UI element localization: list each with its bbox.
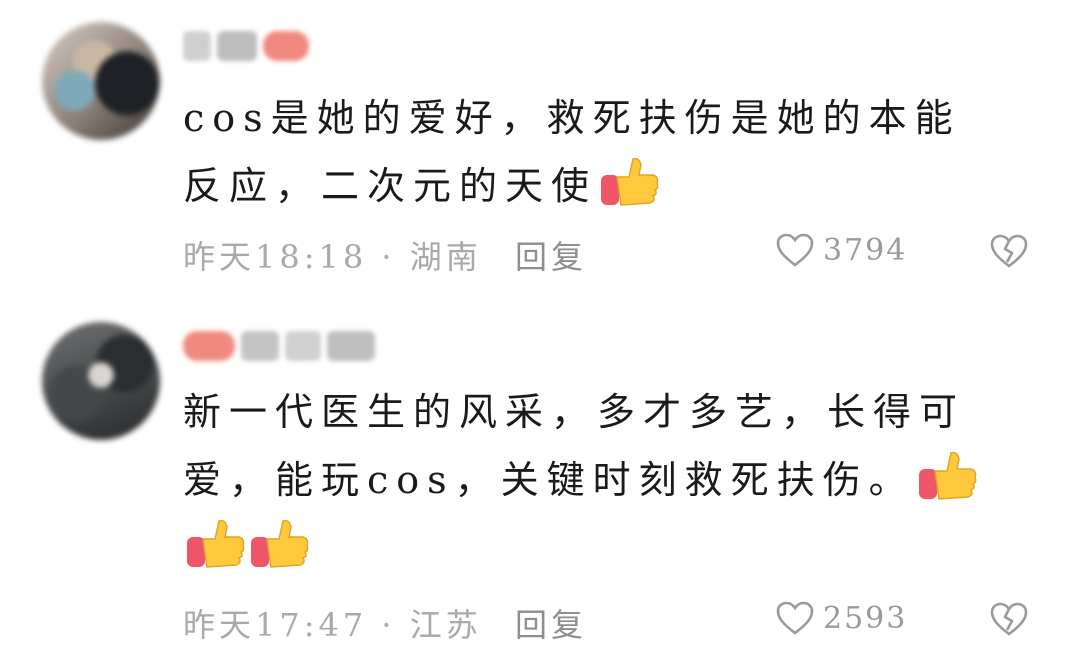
avatar[interactable] [42,322,160,440]
comment-item: cos是她的爱好，救死扶伤是她的本能反应，二次元的天使 昨天18:18 · 湖南… [0,0,1080,300]
heart-outline-icon [775,600,815,636]
comment-text: 新一代医生的风采，多才多艺，长得可爱，能玩cos，关键时刻救死扶伤。 [183,378,983,582]
comment-item: 新一代医生的风采，多才多艺，长得可爱，能玩cos，关键时刻救死扶伤。 昨天17:… [0,300,1080,670]
timestamp: 昨天18:18 [183,238,368,276]
dislike-button[interactable] [988,232,1030,270]
thumbs-up-emoji-icon [185,517,247,571]
username-blurred[interactable] [183,326,375,366]
location: 湖南 [409,238,482,276]
thumbs-up-emoji-icon [599,155,661,209]
timestamp-location: 昨天18:18 · 湖南 [183,232,482,278]
comment-meta: 昨天17:47 · 江苏 回复 2593 [183,600,1030,644]
avatar[interactable] [42,22,160,140]
thumbs-up-emoji-icon [917,449,979,503]
location: 江苏 [409,606,482,644]
like-count: 2593 [823,600,908,636]
username-blurred[interactable] [183,26,309,66]
like-button[interactable]: 3794 [775,232,907,268]
timestamp: 昨天17:47 [183,606,368,644]
heart-outline-icon [775,232,815,268]
dislike-button[interactable] [988,600,1030,638]
timestamp-location: 昨天17:47 · 江苏 [183,600,482,646]
broken-heart-icon [988,600,1030,638]
separator: · [367,606,410,644]
thumbs-up-emoji-icon [249,517,311,571]
reply-button[interactable]: 回复 [515,600,587,646]
separator: · [367,238,410,276]
comment-text-content: cos是她的爱好，救死扶伤是她的本能反应，二次元的天使 [183,96,961,208]
broken-heart-icon [988,232,1030,270]
reply-button[interactable]: 回复 [515,232,587,278]
comment-text: cos是她的爱好，救死扶伤是她的本能反应，二次元的天使 [183,84,983,220]
like-count: 3794 [823,232,908,268]
comment-meta: 昨天18:18 · 湖南 回复 3794 [183,232,1030,276]
comment-text-content: 新一代医生的风采，多才多艺，长得可爱，能玩cos，关键时刻救死扶伤。 [183,390,966,502]
like-button[interactable]: 2593 [775,600,907,636]
